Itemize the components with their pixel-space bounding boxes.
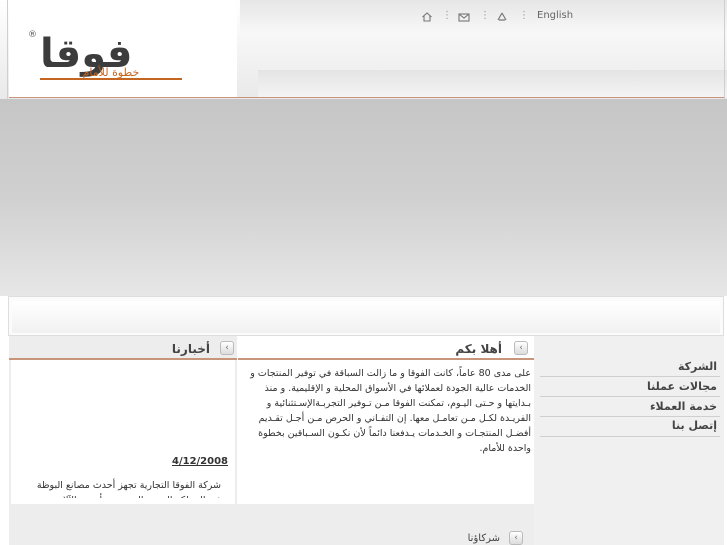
sidebar-item-fields[interactable]: مجالات عملنا [540, 377, 720, 396]
news-excerpt[interactable]: شركة الفوقا التجارية تجهز أحدث مصانع الب… [22, 478, 221, 498]
news-date-link[interactable]: 4/12/2008 [172, 456, 228, 467]
welcome-title-rule [238, 358, 534, 360]
logo-tagline: خطوة للأمام [82, 66, 140, 79]
news-title-rule [9, 358, 237, 360]
separator: ⋮ [442, 10, 452, 21]
partners-arrow-icon[interactable]: ‹ [509, 531, 523, 545]
sidebar-item-contact[interactable]: إتصل بنا [540, 416, 720, 435]
separator: ⋮ [480, 10, 490, 21]
separator: ⋮ [519, 10, 529, 21]
registered-mark: ® [28, 30, 37, 40]
language-link-english[interactable]: English [537, 10, 573, 21]
sitemap-icon[interactable] [496, 11, 508, 23]
header-divider [9, 97, 724, 98]
welcome-arrow-icon[interactable]: ‹ [514, 341, 528, 355]
sidebar-divider [540, 436, 720, 437]
home-icon[interactable] [421, 11, 433, 23]
hero-banner [0, 99, 727, 296]
news-arrow-icon[interactable]: ‹ [220, 341, 234, 355]
welcome-body: على مدى 80 عاماً، كانت الفوقا و ما زالت … [250, 368, 531, 454]
sidebar-item-company[interactable]: الشركة [540, 357, 720, 376]
mail-icon[interactable] [458, 11, 470, 23]
news-title: أخبارنا [171, 342, 210, 356]
sidebar-item-customer-service[interactable]: خدمة العملاء [540, 397, 720, 416]
partners-title: شركاؤنا [467, 533, 500, 544]
welcome-title: أهلا بكم [455, 342, 502, 356]
sub-header-inner [12, 301, 720, 333]
